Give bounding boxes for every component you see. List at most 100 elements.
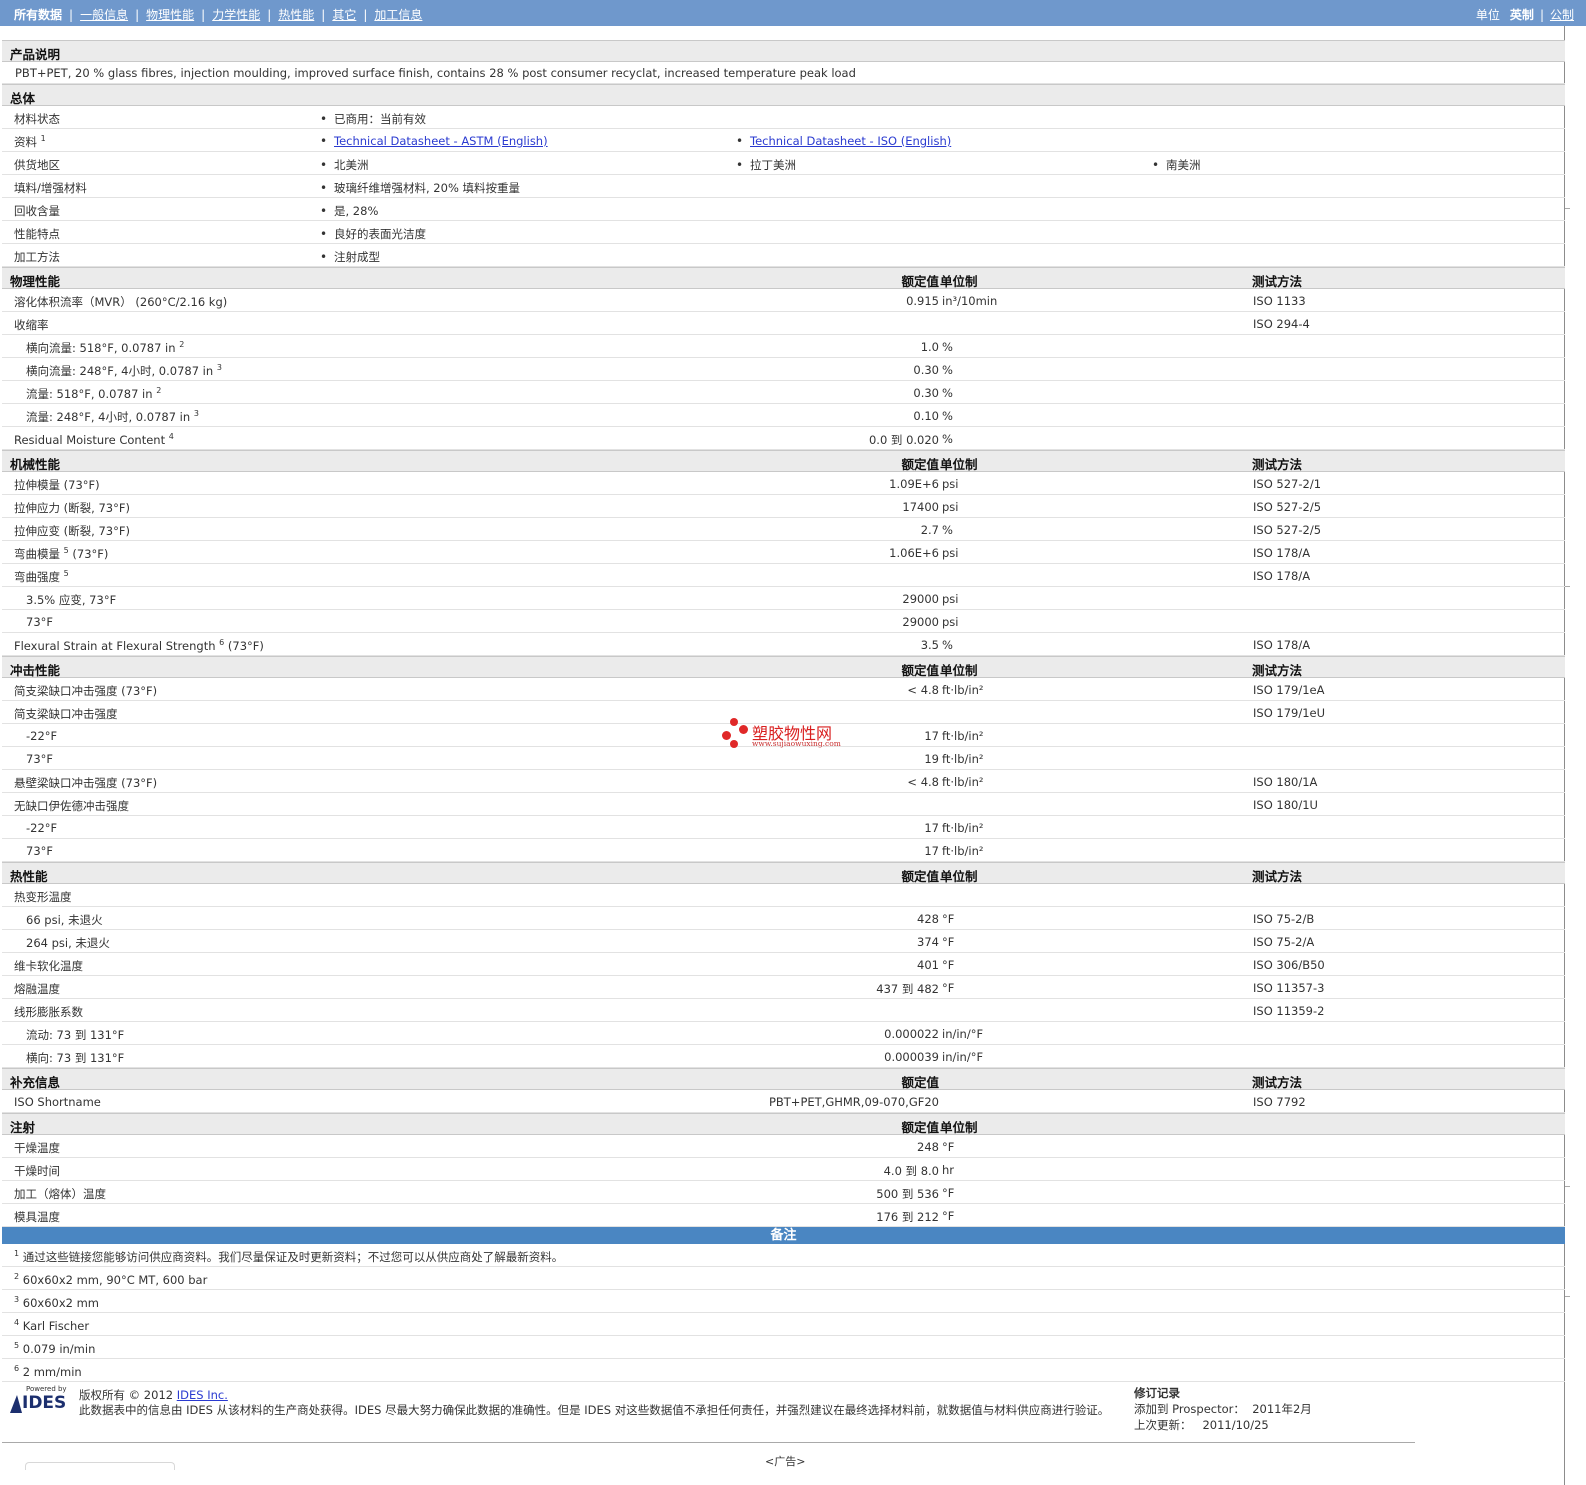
property-unit: psi	[942, 546, 959, 560]
property-row: 模具温度 176 到 212 °F	[2, 1204, 1565, 1227]
property-unit: °F	[942, 958, 955, 972]
property-row: 熔融温度 437 到 482 °F ISO 11357-3	[2, 976, 1565, 999]
property-label: 干燥时间	[14, 1163, 60, 1179]
property-unit: %	[942, 386, 953, 400]
ides-link[interactable]: IDES Inc.	[177, 1388, 228, 1402]
property-unit: ft·lb/in²	[942, 775, 984, 789]
property-unit: psi	[942, 500, 959, 514]
scroll-mark	[1565, 1296, 1570, 1297]
property-label-text: 收缩率	[14, 318, 49, 332]
property-unit: %	[942, 523, 953, 537]
footnote-ref: 2	[156, 386, 162, 395]
property-label: 干燥温度	[14, 1140, 60, 1156]
property-label: 资料 1	[14, 134, 46, 150]
note-text: 60x60x2 mm, 90°C MT, 600 bar	[22, 1273, 208, 1287]
unit-metric-link[interactable]: 公制	[1550, 6, 1574, 23]
nav-tab-1[interactable]: 所有数据	[14, 6, 62, 23]
property-label-text: 维卡软化温度	[14, 959, 83, 973]
nav-tab-5[interactable]: 热性能	[278, 6, 314, 23]
property-row: 溶化体积流率（MVR） (260°C/2.16 kg) 0.915 in³/10mi…	[2, 289, 1565, 312]
property-row: 73°F 29000 psi	[2, 610, 1565, 633]
property-label: Flexural Strain at Flexural Strength 6 (…	[14, 638, 264, 653]
bullet-icon: •	[736, 158, 744, 172]
ad-label: <广告>	[765, 1455, 806, 1468]
property-label: 无缺口伊佐德冲击强度	[14, 798, 129, 814]
bullet-icon: •	[320, 181, 328, 195]
property-row: 流量: 248°F, 4小时, 0.0787 in 3 0.10%	[2, 404, 1565, 427]
general-value-text: 玻璃纤维增强材料, 20% 填料按重量	[334, 181, 521, 195]
general-value-text: 北美洲	[334, 158, 369, 172]
added-row: 添加到 Prospector： 2011年2月	[1134, 1401, 1312, 1417]
property-label: 73°F	[26, 615, 53, 629]
property-label-text: 加工（熔体）温度	[14, 1187, 106, 1201]
property-row: 悬壁梁缺口冲击强度 (73°F) < 4.8 ft·lb/in² ISO 180/1A	[2, 770, 1565, 793]
property-row: -22°F 17 ft·lb/in²	[2, 816, 1565, 839]
notes-header: 备注	[2, 1227, 1565, 1244]
test-method: ISO 180/1A	[1253, 775, 1318, 789]
general-value: • 拉丁美洲	[736, 157, 796, 173]
note-number: 4	[14, 1318, 20, 1327]
property-label-text: 悬壁梁缺口冲击强度 (73°F)	[14, 776, 158, 790]
property-row: 拉伸应力 (断裂, 73°F) 17400 psi ISO 527-2/5	[2, 495, 1565, 518]
property-label: 横向流量: 518°F, 0.0787 in 2	[26, 340, 184, 356]
test-method: ISO 178/A	[1253, 569, 1311, 583]
note-number: 3	[14, 1295, 20, 1304]
property-value: 0.915	[906, 294, 939, 308]
property-label: 拉伸模量 (73°F)	[14, 477, 100, 493]
property-row: 热变形温度	[2, 884, 1565, 907]
property-label-text: 加工方法	[14, 250, 60, 264]
property-label-text: 熔融温度	[14, 982, 60, 996]
copyright-prefix: 版权所有 © 2012	[79, 1388, 177, 1402]
property-unit: psi	[942, 615, 959, 629]
page-scrollbar[interactable]	[1565, 26, 1586, 1485]
note-text: 60x60x2 mm	[22, 1296, 100, 1310]
note-entry: 2 60x60x2 mm, 90°C MT, 600 bar	[14, 1272, 207, 1287]
property-value: 1.0	[920, 340, 939, 354]
test-method: ISO 527-2/5	[1253, 523, 1322, 537]
unit-switcher: 单位 英制 | 公制	[1476, 6, 1574, 23]
datasheet-link[interactable]: Technical Datasheet - ISO (English)	[750, 134, 951, 148]
nav-tab-2[interactable]: 一般信息	[80, 6, 128, 23]
nav-tab-6[interactable]: 其它	[332, 6, 356, 23]
property-label: 3.5% 应变, 73°F	[26, 592, 116, 608]
property-value: 0.30	[913, 386, 939, 400]
note-number: 6	[14, 1364, 20, 1373]
general-value: • 南美洲	[1152, 157, 1201, 173]
nav-tab-3[interactable]: 物理性能	[146, 6, 194, 23]
ad-frame[interactable]	[25, 1462, 175, 1470]
property-value: 437 到 482	[876, 982, 939, 996]
nav-separator: |	[321, 7, 326, 22]
test-method: ISO 306/B50	[1253, 958, 1325, 972]
property-row: 收缩率 ISO 294-4	[2, 312, 1565, 335]
section-header: 冲击性能 额定值 单位制 测试方法	[2, 656, 1565, 678]
property-value: 29000	[902, 592, 939, 606]
property-label: 线形膨胀系数	[14, 1004, 83, 1020]
ides-logo[interactable]: Powered by IDES	[8, 1385, 72, 1415]
property-label-text: 拉伸应力 (断裂, 73°F)	[14, 501, 130, 515]
property-label: 供货地区	[14, 157, 60, 173]
property-row: 干燥时间 4.0 到 8.0 hr	[2, 1158, 1565, 1181]
note-row: 1 通过这些链接您能够访问供应商资料。我们尽量保证及时更新资料；不过您可以从供应…	[2, 1244, 1565, 1267]
property-label: 流量: 248°F, 4小时, 0.0787 in 3	[26, 409, 199, 425]
footnote-ref: 1	[40, 134, 46, 143]
section-title: 机械性能	[10, 457, 61, 472]
nav-tab-7[interactable]: 加工信息	[374, 6, 422, 23]
footer-divider	[2, 1442, 1415, 1443]
datasheet-link[interactable]: Technical Datasheet - ASTM (English)	[334, 134, 548, 148]
property-unit: ft·lb/in²	[942, 752, 984, 766]
disclaimer-text: 此数据表中的信息由 IDES 从该材料的生产商处获得。IDES 尽最大努力确保此…	[79, 1403, 1110, 1417]
section-header: 热性能 额定值 单位制 测试方法	[2, 862, 1565, 884]
test-method: ISO 527-2/5	[1253, 500, 1322, 514]
column-header-nominal: 额定值	[901, 869, 939, 884]
property-row: 弯曲模量 5 (73°F) 1.06E+6 psi ISO 178/A	[2, 541, 1565, 564]
footnote-ref: 5	[63, 569, 69, 578]
property-value: 248	[917, 1140, 939, 1154]
column-header-method: 测试方法	[1252, 1075, 1303, 1090]
nav-tab-4[interactable]: 力学性能	[212, 6, 260, 23]
bullet-icon: •	[320, 158, 328, 172]
watermark-dot	[722, 731, 731, 740]
property-label-text: 热变形温度	[14, 890, 72, 904]
property-label: 弯曲强度 5	[14, 569, 69, 585]
section-title: 总体	[10, 91, 36, 106]
property-label: 流动: 73 到 131°F	[26, 1027, 124, 1043]
